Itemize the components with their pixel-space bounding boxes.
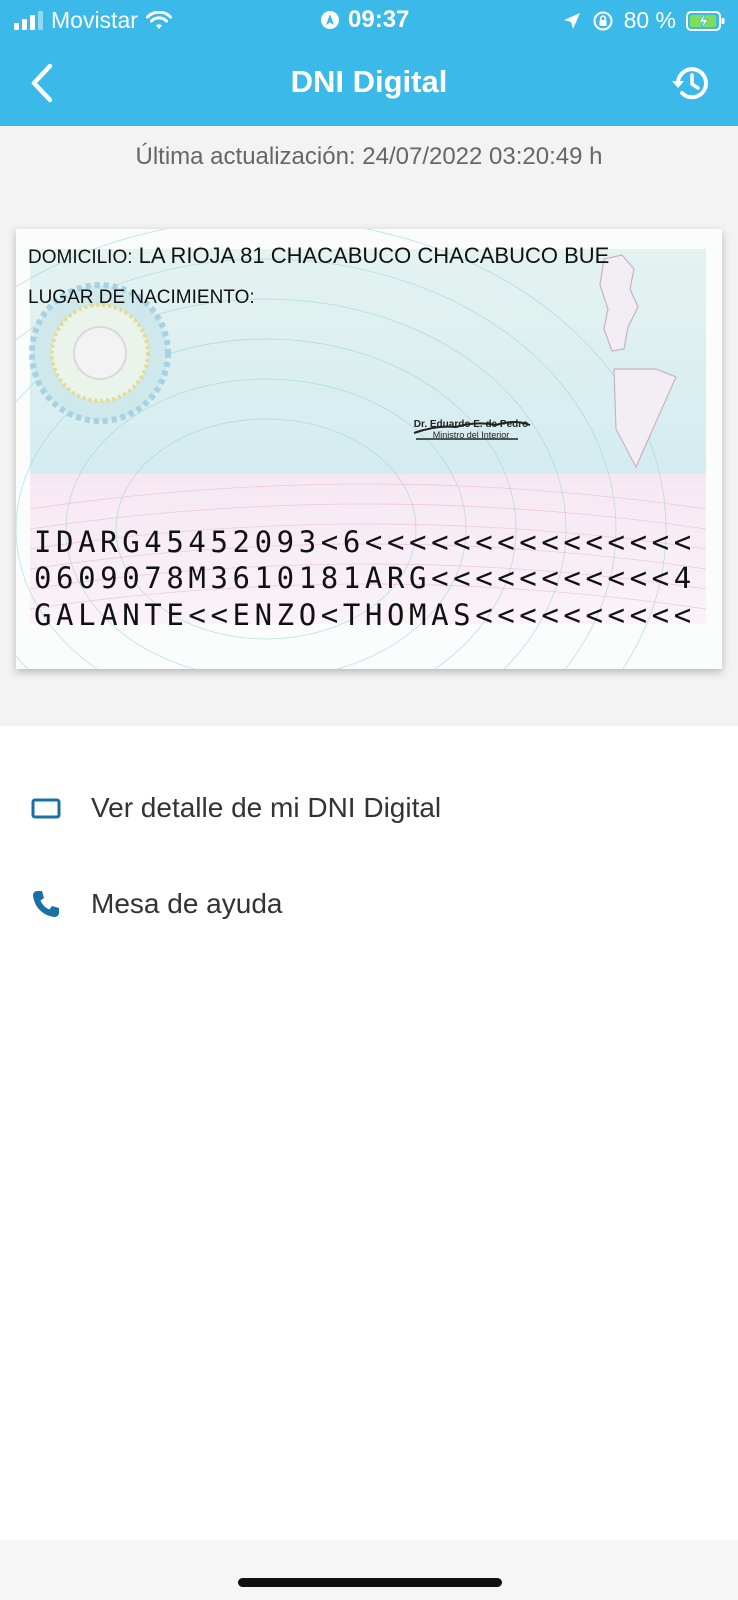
- card-outline-icon: [31, 798, 61, 819]
- mrz-line-3: GALANTE<<ENZO<THOMAS<<<<<<<<<<: [34, 598, 696, 632]
- rotation-lock-icon: [593, 11, 613, 30]
- page-title: DNI Digital: [290, 64, 448, 99]
- domicilio-line: DOMICILIO: LA RIOJA 81 CHACABUCO CHACABU…: [28, 243, 668, 269]
- battery-charging-icon: [686, 10, 725, 31]
- menu-item-label: Ver detalle de mi DNI Digital: [91, 792, 442, 823]
- signature-name: Dr. Eduardo E. de Pedro: [413, 419, 529, 430]
- mrz-line-2: 0609078M3610181ARG<<<<<<<<<<<4: [34, 561, 696, 595]
- menu-item-label: Mesa de ayuda: [91, 888, 283, 919]
- status-time: 09:37: [348, 6, 410, 33]
- last-update-text: Última actualización: 24/07/2022 03:20:4…: [135, 143, 603, 170]
- wifi-icon: [145, 10, 172, 29]
- cell-signal-icon: [14, 10, 43, 30]
- history-icon[interactable]: [670, 62, 712, 104]
- phone-icon: [33, 891, 59, 917]
- dni-card-back[interactable]: DOMICILIO: LA RIOJA 81 CHACABUCO CHACABU…: [16, 229, 722, 669]
- domicilio-label: DOMICILIO:: [28, 247, 133, 268]
- status-bar: Movistar 09:37 80 %: [0, 0, 738, 40]
- menu-item-ver-detalle[interactable]: Ver detalle de mi DNI Digital: [0, 768, 738, 848]
- signature-role: Ministro del Interior: [432, 430, 510, 440]
- battery-percentage: 80 %: [623, 7, 676, 33]
- bottom-safe-area: [0, 1540, 738, 1600]
- menu-item-mesa-de-ayuda[interactable]: Mesa de ayuda: [0, 864, 738, 944]
- minister-signature: Dr. Eduardo E. de Pedro Ministro del Int…: [406, 419, 536, 440]
- domicilio-value: LA RIOJA 81 CHACABUCO CHACABUCO BUE: [138, 243, 610, 268]
- navigation-circle-icon: [321, 11, 339, 29]
- lugar-nacimiento-label: LUGAR DE NACIMIENTO:: [28, 287, 255, 308]
- home-indicator[interactable]: [238, 1578, 502, 1587]
- carrier-name: Movistar: [51, 7, 138, 33]
- location-arrow-icon: [563, 12, 580, 29]
- app-header: DNI Digital: [0, 40, 738, 126]
- mrz-line-1: IDARG45452093<6<<<<<<<<<<<<<<<: [34, 525, 696, 559]
